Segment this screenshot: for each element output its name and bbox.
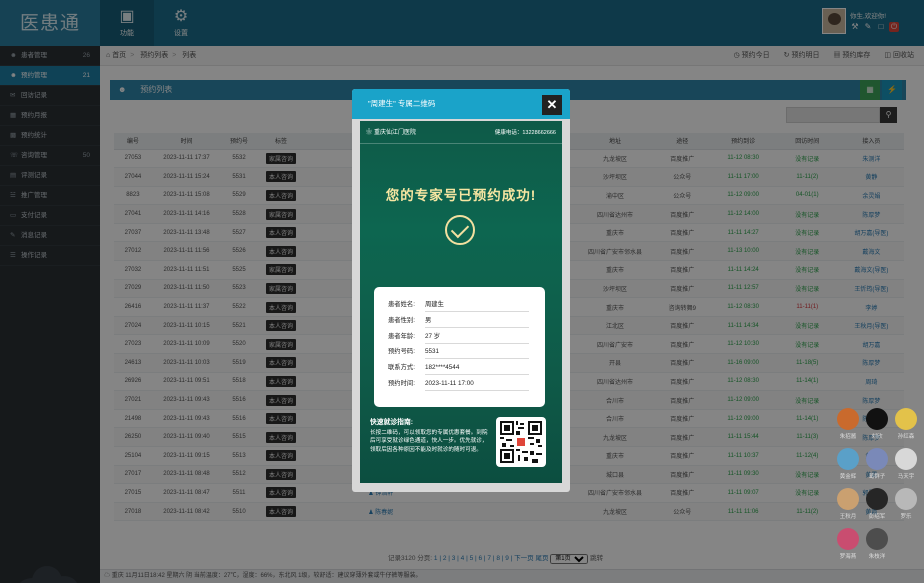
- staff-avatar[interactable]: [866, 528, 888, 550]
- staff-avatar-name: 朱招酱: [839, 434, 857, 440]
- staff-avatar-name: 刘欣: [871, 434, 883, 440]
- hospital-tel: 健康电话：13228662666: [494, 130, 556, 136]
- staff-avatar-name: 罗海燕: [839, 554, 857, 560]
- field-time: 预约时间: 2023-11-11 17:00: [388, 376, 545, 392]
- staff-avatar-name: 马天宇: [897, 474, 915, 480]
- staff-avatar[interactable]: [866, 408, 888, 430]
- staff-avatar[interactable]: [837, 488, 859, 510]
- staff-avatar[interactable]: [895, 408, 917, 430]
- patient-info-card: 患者姓名: 周建生 患者性别: 男 患者年龄: 27 岁 预约号码: 5531 联系方式…: [374, 287, 545, 407]
- checkmark-icon: [445, 215, 475, 245]
- field-number: 预约号码: 5531: [388, 344, 545, 360]
- staff-avatar[interactable]: [866, 448, 888, 470]
- divider: [360, 143, 562, 144]
- field-gender: 患者性别: 男: [388, 313, 545, 329]
- staff-avatar-name: 孙红森: [897, 434, 915, 440]
- hospital-logo-icon: ❀: [366, 129, 373, 136]
- staff-avatar-name: 葛群子: [868, 474, 886, 480]
- success-headline: 您的专家号已预约成功!: [385, 188, 537, 203]
- guide-text: 长按二维码，可以领取您的专属优惠套餐。到院后可享受就诊绿色通道，快人一步。优先就…: [370, 429, 488, 453]
- qr-modal: "周建生" 专属二维码 ✕ ❀ 重庆仙江门医院 健康电话：13228662666…: [352, 89, 570, 492]
- staff-avatar[interactable]: [866, 488, 888, 510]
- qr-code[interactable]: [496, 417, 546, 467]
- close-icon[interactable]: ✕: [542, 95, 562, 115]
- staff-avatar-name: 彭绍军: [868, 514, 886, 520]
- staff-avatars: 朱招酱 刘欣 孙红森黄金辉 葛群子 马天宇王秋月 彭绍军 罗乐罗海燕 朱枝洋: [832, 403, 924, 573]
- field-name: 患者姓名: 周建生: [388, 297, 545, 313]
- staff-avatar-name: 朱枝洋: [868, 554, 886, 560]
- hospital-name: ❀ 重庆仙江门医院: [366, 129, 416, 136]
- appointment-poster: ❀ 重庆仙江门医院 健康电话：13228662666 您的专家号已预约成功! 患…: [360, 121, 562, 483]
- modal-title: "周建生" 专属二维码: [352, 89, 570, 119]
- field-age: 患者年龄: 27 岁: [388, 329, 545, 345]
- staff-avatar[interactable]: [895, 448, 917, 470]
- visit-guide: 快速就诊指南: 长按二维码，可以领取您的专属优惠套餐。到院后可享受就诊绿色通道，…: [370, 419, 492, 454]
- staff-avatar-name: 黄金辉: [839, 474, 857, 480]
- guide-title: 快速就诊指南:: [370, 419, 414, 426]
- staff-avatar-name: 罗乐: [900, 514, 912, 520]
- staff-avatar[interactable]: [837, 448, 859, 470]
- staff-avatar[interactable]: [837, 408, 859, 430]
- staff-avatar[interactable]: [837, 528, 859, 550]
- field-phone: 联系方式: 182****4544: [388, 360, 545, 376]
- staff-avatar[interactable]: [895, 488, 917, 510]
- staff-avatar-name: 王秋月: [839, 514, 857, 520]
